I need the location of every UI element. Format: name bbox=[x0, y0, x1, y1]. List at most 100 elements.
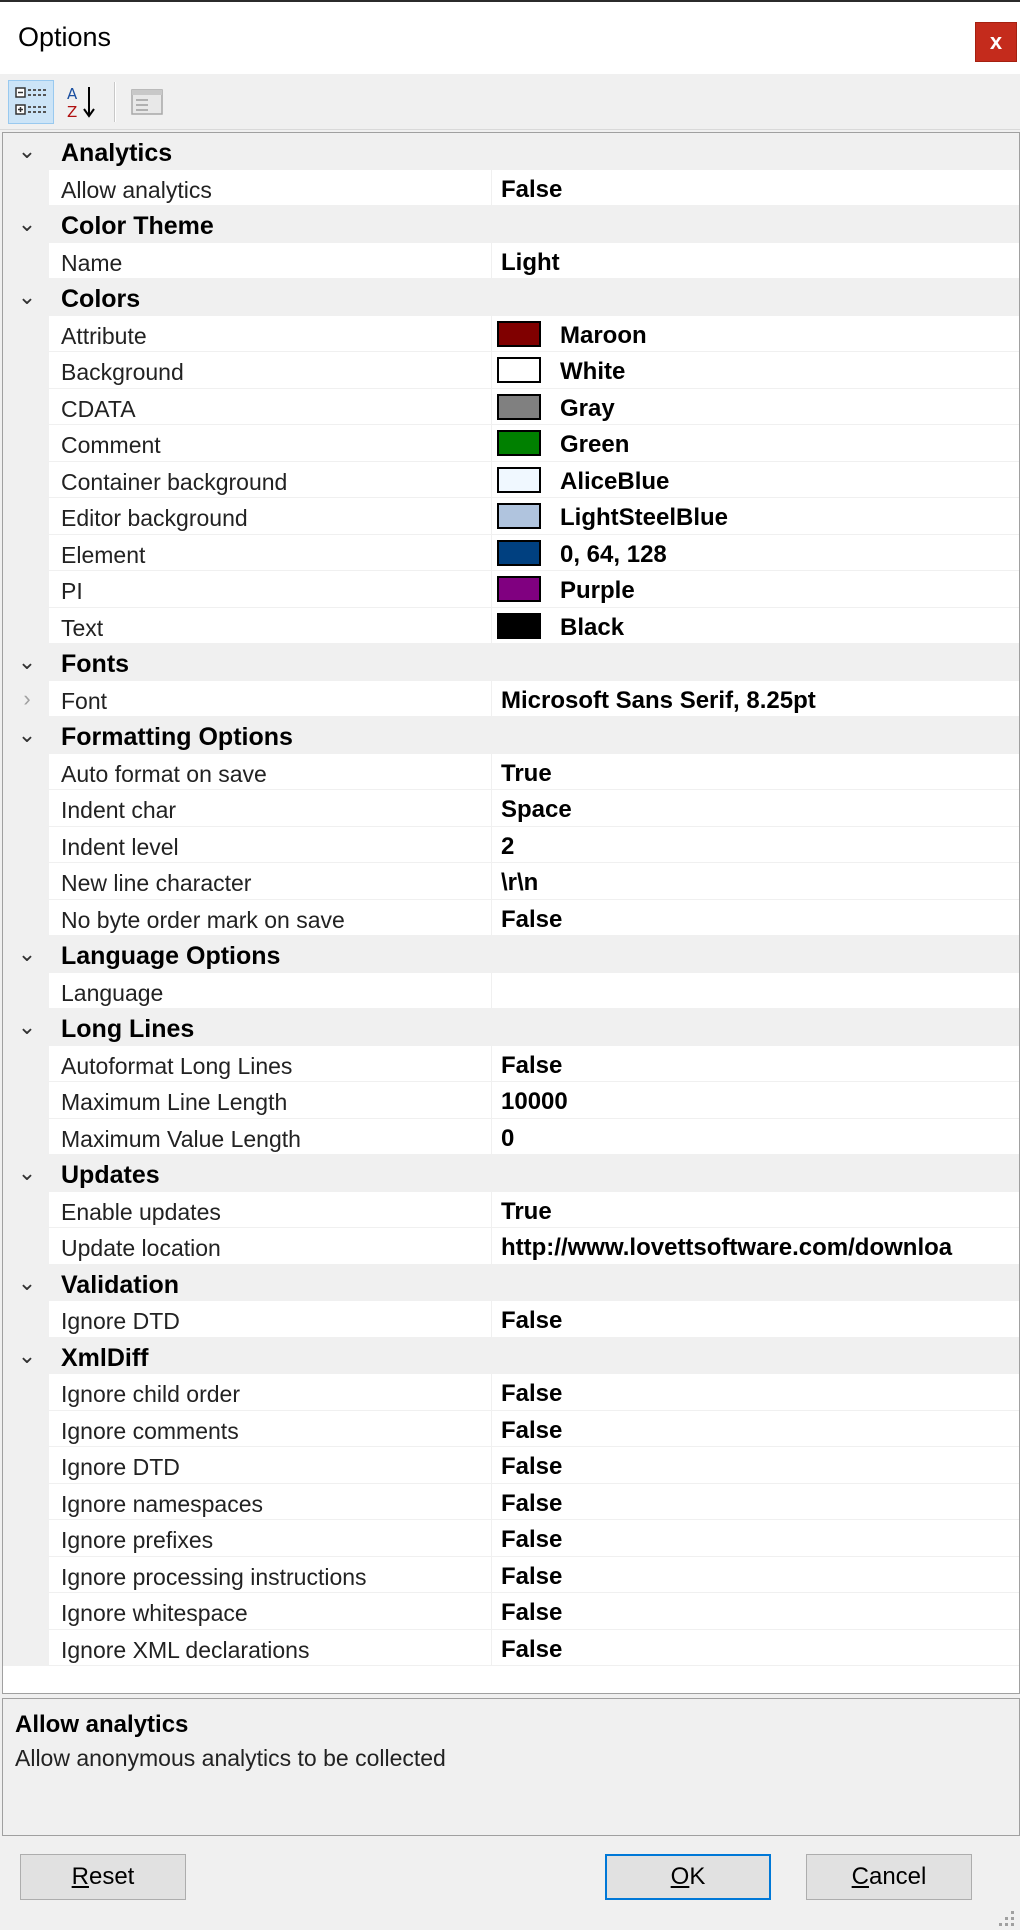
property-row[interactable]: Allow analytics False bbox=[3, 169, 1019, 206]
category-row[interactable]: ⌄ Updates bbox=[3, 1155, 1019, 1192]
property-row[interactable]: Element 0, 64, 128 bbox=[3, 534, 1019, 571]
property-row[interactable]: Ignore prefixes False bbox=[3, 1520, 1019, 1557]
category-row[interactable]: ⌄ Language Options bbox=[3, 936, 1019, 973]
property-row[interactable]: Attribute Maroon bbox=[3, 315, 1019, 352]
column-divider[interactable] bbox=[491, 498, 492, 534]
column-divider[interactable] bbox=[491, 1447, 492, 1483]
column-divider[interactable] bbox=[491, 1374, 492, 1410]
category-row[interactable]: ⌄ Color Theme bbox=[3, 206, 1019, 243]
property-row[interactable]: Indent level 2 bbox=[3, 826, 1019, 863]
column-divider[interactable] bbox=[491, 753, 492, 789]
chevron-down-icon[interactable]: ⌄ bbox=[13, 284, 41, 310]
reset-button[interactable]: Reset bbox=[20, 1854, 186, 1900]
chevron-right-icon[interactable]: › bbox=[13, 686, 41, 712]
column-divider[interactable] bbox=[491, 1556, 492, 1592]
column-divider[interactable] bbox=[491, 1301, 492, 1337]
property-row[interactable]: Enable updates True bbox=[3, 1191, 1019, 1228]
property-value[interactable]: 2 bbox=[501, 833, 514, 861]
category-row[interactable]: ⌄ Colors bbox=[3, 279, 1019, 316]
property-value[interactable]: White bbox=[560, 358, 625, 386]
property-value[interactable]: True bbox=[501, 760, 552, 788]
property-value[interactable]: Purple bbox=[560, 577, 635, 605]
property-row[interactable]: › Font Microsoft Sans Serif, 8.25pt bbox=[3, 680, 1019, 717]
property-row[interactable]: CDATA Gray bbox=[3, 388, 1019, 425]
category-row[interactable]: ⌄ Fonts bbox=[3, 644, 1019, 681]
property-value[interactable]: Black bbox=[560, 614, 624, 642]
resize-grip-icon[interactable] bbox=[994, 1906, 1016, 1928]
property-value[interactable]: 10000 bbox=[501, 1088, 568, 1116]
property-row[interactable]: PI Purple bbox=[3, 571, 1019, 608]
column-divider[interactable] bbox=[491, 1228, 492, 1264]
category-row[interactable]: ⌄ Validation bbox=[3, 1264, 1019, 1301]
property-row[interactable]: Name Light bbox=[3, 242, 1019, 279]
property-value[interactable]: False bbox=[501, 906, 562, 934]
category-row[interactable]: ⌄ XmlDiff bbox=[3, 1337, 1019, 1374]
column-divider[interactable] bbox=[491, 1483, 492, 1519]
column-divider[interactable] bbox=[491, 169, 492, 205]
column-divider[interactable] bbox=[491, 1410, 492, 1446]
property-value[interactable]: http://www.lovettsoftware.com/downloa bbox=[501, 1234, 952, 1262]
property-value[interactable]: False bbox=[501, 1526, 562, 1554]
property-row[interactable]: New line character \r\n bbox=[3, 863, 1019, 900]
chevron-down-icon[interactable]: ⌄ bbox=[13, 649, 41, 675]
column-divider[interactable] bbox=[491, 315, 492, 351]
column-divider[interactable] bbox=[491, 1520, 492, 1556]
property-row[interactable]: Auto format on save True bbox=[3, 753, 1019, 790]
categorized-view-button[interactable] bbox=[8, 80, 54, 124]
property-value[interactable]: Space bbox=[501, 796, 572, 824]
property-value[interactable]: False bbox=[501, 176, 562, 204]
property-value[interactable]: Light bbox=[501, 249, 560, 277]
property-row[interactable]: Language bbox=[3, 972, 1019, 1009]
column-divider[interactable] bbox=[491, 826, 492, 862]
column-divider[interactable] bbox=[491, 388, 492, 424]
property-row[interactable]: Ignore child order False bbox=[3, 1374, 1019, 1411]
property-row[interactable]: Ignore comments False bbox=[3, 1410, 1019, 1447]
property-row[interactable]: Ignore processing instructions False bbox=[3, 1556, 1019, 1593]
property-value[interactable]: \r\n bbox=[501, 869, 538, 897]
property-value[interactable]: Maroon bbox=[560, 322, 647, 350]
property-value[interactable]: False bbox=[501, 1453, 562, 1481]
property-row[interactable]: Maximum Value Length 0 bbox=[3, 1118, 1019, 1155]
property-row[interactable]: Update location http://www.lovettsoftware… bbox=[3, 1228, 1019, 1265]
property-row[interactable]: Background White bbox=[3, 352, 1019, 389]
property-value[interactable]: 0, 64, 128 bbox=[560, 541, 667, 569]
property-row[interactable]: Indent char Space bbox=[3, 790, 1019, 827]
column-divider[interactable] bbox=[491, 1045, 492, 1081]
property-pages-button[interactable] bbox=[124, 80, 170, 124]
column-divider[interactable] bbox=[491, 571, 492, 607]
property-row[interactable]: Ignore namespaces False bbox=[3, 1483, 1019, 1520]
chevron-down-icon[interactable]: ⌄ bbox=[13, 941, 41, 967]
property-value[interactable]: False bbox=[501, 1636, 562, 1664]
chevron-down-icon[interactable]: ⌄ bbox=[13, 1014, 41, 1040]
chevron-down-icon[interactable]: ⌄ bbox=[13, 1343, 41, 1369]
category-row[interactable]: ⌄ Formatting Options bbox=[3, 717, 1019, 754]
property-row[interactable]: Ignore XML declarations False bbox=[3, 1629, 1019, 1666]
property-value[interactable]: False bbox=[501, 1417, 562, 1445]
property-value[interactable]: True bbox=[501, 1198, 552, 1226]
property-value[interactable]: Green bbox=[560, 431, 629, 459]
property-row[interactable]: Text Black bbox=[3, 607, 1019, 644]
property-row[interactable]: Ignore DTD False bbox=[3, 1301, 1019, 1338]
property-grid[interactable]: ⌄ Analytics Allow analytics False ⌄ Color The… bbox=[2, 132, 1020, 1694]
column-divider[interactable] bbox=[491, 534, 492, 570]
column-divider[interactable] bbox=[491, 425, 492, 461]
property-value[interactable]: False bbox=[501, 1380, 562, 1408]
column-divider[interactable] bbox=[491, 680, 492, 716]
property-value[interactable]: False bbox=[501, 1599, 562, 1627]
cancel-button[interactable]: Cancel bbox=[806, 1854, 972, 1900]
alphabetical-sort-button[interactable]: A Z bbox=[58, 80, 104, 124]
column-divider[interactable] bbox=[491, 899, 492, 935]
property-row[interactable]: Maximum Line Length 10000 bbox=[3, 1082, 1019, 1119]
chevron-down-icon[interactable]: ⌄ bbox=[13, 1270, 41, 1296]
column-divider[interactable] bbox=[491, 352, 492, 388]
column-divider[interactable] bbox=[491, 1593, 492, 1629]
property-row[interactable]: Container background AliceBlue bbox=[3, 461, 1019, 498]
column-divider[interactable] bbox=[491, 790, 492, 826]
property-value[interactable]: 0 bbox=[501, 1125, 514, 1153]
property-value[interactable]: False bbox=[501, 1052, 562, 1080]
column-divider[interactable] bbox=[491, 972, 492, 1008]
chevron-down-icon[interactable]: ⌄ bbox=[13, 138, 41, 164]
column-divider[interactable] bbox=[491, 1118, 492, 1154]
property-value[interactable]: Microsoft Sans Serif, 8.25pt bbox=[501, 687, 816, 715]
property-row[interactable]: Comment Green bbox=[3, 425, 1019, 462]
